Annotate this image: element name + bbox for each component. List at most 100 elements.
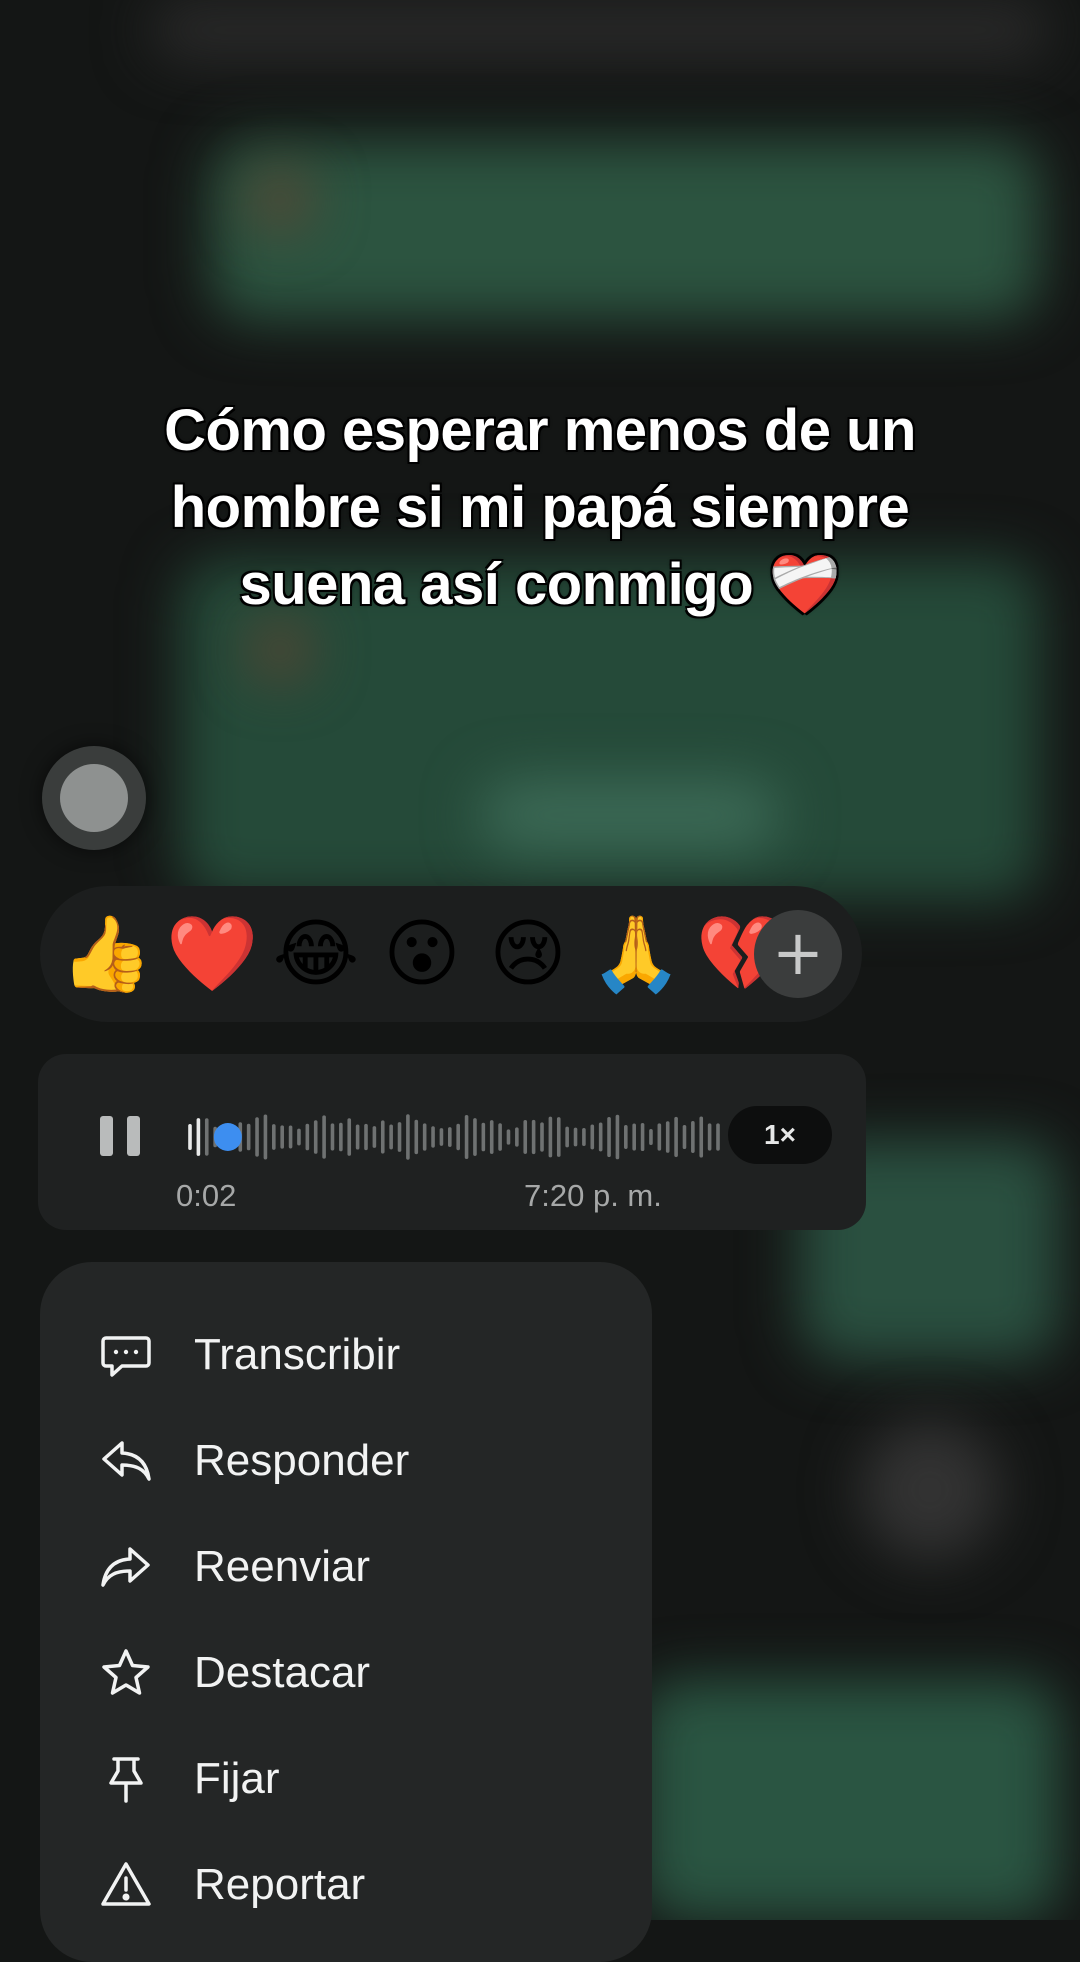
menu-item-fijar[interactable]: Fijar xyxy=(40,1726,652,1832)
waveform-bar xyxy=(590,1124,595,1150)
waveform-bar xyxy=(582,1127,586,1147)
waveform-bar xyxy=(406,1114,410,1160)
waveform-bar xyxy=(397,1122,402,1152)
waveform-bar xyxy=(422,1123,427,1151)
waveform-bar xyxy=(523,1120,528,1154)
forward-icon xyxy=(101,1547,150,1587)
waveform-bar xyxy=(448,1127,452,1147)
waveform-bar xyxy=(204,1118,209,1156)
caption-line-1: Cómo esperar menos de un xyxy=(164,398,916,463)
waveform-bar xyxy=(615,1114,620,1160)
reaction-praying[interactable]: 🙏 xyxy=(590,910,682,998)
waveform-bar xyxy=(624,1125,628,1149)
plus-icon[interactable]: + xyxy=(754,910,842,998)
reaction-laughing[interactable]: 😂 xyxy=(272,910,360,998)
waveform-bar xyxy=(565,1126,569,1148)
waveform-bar xyxy=(707,1123,712,1151)
reaction-heart[interactable]: ❤️ xyxy=(166,910,258,998)
message-timestamp: 7:20 p. m. xyxy=(524,1178,662,1213)
waveform-bar xyxy=(288,1125,293,1149)
waveform-bar xyxy=(246,1123,251,1151)
waveform-bar xyxy=(414,1119,419,1155)
reaction-crying[interactable]: 😢 xyxy=(484,910,572,998)
caption-line-3: suena así conmigo ❤️‍🩹 xyxy=(239,552,841,617)
waveform-bar xyxy=(699,1116,704,1158)
avatar[interactable] xyxy=(42,746,146,850)
waveform-bar xyxy=(691,1121,695,1153)
menu-item-label: Reportar xyxy=(194,1860,366,1909)
waveform-bar xyxy=(473,1118,477,1156)
waveform-bar xyxy=(347,1118,352,1156)
waveform-bar xyxy=(188,1123,192,1151)
waveform-bar xyxy=(355,1124,360,1150)
waveform-bar xyxy=(573,1127,578,1147)
waveform-bar xyxy=(649,1128,653,1146)
menu-item-label: Responder xyxy=(194,1436,410,1485)
waveform-bar xyxy=(339,1122,343,1152)
reaction-surprised[interactable]: 😮 xyxy=(378,910,466,998)
reaction-thumbs-up[interactable]: 👍 xyxy=(60,910,152,998)
waveform-bar xyxy=(489,1120,494,1154)
waveform-bar xyxy=(364,1123,368,1151)
menu-item-label: Destacar xyxy=(194,1648,371,1697)
waveform-bar xyxy=(305,1123,310,1151)
waveform-bar xyxy=(506,1129,511,1145)
context-menu: Transcribir Responder Reenviar Destacar … xyxy=(40,1262,652,1962)
waveform-bar xyxy=(556,1117,561,1157)
waveform-bar xyxy=(372,1126,377,1148)
waveform-bar xyxy=(657,1123,662,1151)
audio-waveform[interactable] xyxy=(184,1108,724,1166)
waveform-bar xyxy=(263,1114,268,1160)
waveform-bar xyxy=(481,1122,486,1152)
menu-item-label: Reenviar xyxy=(194,1542,371,1591)
voice-message: 1× 0:02 7:20 p. m. xyxy=(38,1054,866,1230)
playback-progress-handle xyxy=(213,1123,242,1151)
warning-icon xyxy=(101,1862,151,1906)
waveform-bar xyxy=(548,1116,553,1158)
waveform-bar xyxy=(674,1116,678,1158)
menu-item-reenviar[interactable]: Reenviar xyxy=(40,1514,652,1620)
waveform-bar xyxy=(665,1121,670,1153)
reaction-bar: 👍 ❤️ 😂 😮 😢 🙏 💔 + xyxy=(40,886,862,1022)
waveform-bar xyxy=(272,1124,276,1150)
waveform-bar xyxy=(498,1123,502,1151)
waveform-bar xyxy=(313,1120,318,1154)
waveform-bar xyxy=(297,1128,301,1146)
waveform-bar xyxy=(540,1122,544,1152)
waveform-bar xyxy=(380,1120,385,1154)
waveform-bar xyxy=(456,1123,460,1151)
star-icon xyxy=(102,1649,150,1695)
avatar-image xyxy=(60,764,128,832)
playback-position: 0:02 xyxy=(176,1178,237,1213)
reply-icon xyxy=(102,1441,151,1481)
waveform-bar xyxy=(431,1126,435,1148)
waveform-bar xyxy=(640,1122,645,1152)
waveform-bar xyxy=(531,1119,536,1155)
waveform-bar xyxy=(196,1118,201,1156)
pin-icon xyxy=(109,1757,143,1803)
menu-item-label: Fijar xyxy=(194,1754,280,1803)
playback-speed-button[interactable]: 1× xyxy=(728,1106,832,1164)
waveform-bar xyxy=(439,1128,444,1146)
waveform-bar xyxy=(464,1114,469,1160)
waveform-bar xyxy=(607,1116,611,1158)
waveform-bar xyxy=(255,1117,259,1157)
waveform-bar xyxy=(682,1124,687,1150)
transcribe-icon xyxy=(101,1336,151,1377)
waveform-bar xyxy=(389,1124,393,1150)
waveform-bar xyxy=(280,1125,284,1149)
video-caption: Cómo esperar menos de un hombre si mi pa… xyxy=(90,392,990,623)
waveform-bar xyxy=(322,1115,326,1159)
menu-item-label: Transcribir xyxy=(194,1330,401,1379)
menu-item-responder[interactable]: Responder xyxy=(40,1408,652,1514)
pause-icon[interactable] xyxy=(100,1116,140,1156)
waveform-bar xyxy=(632,1123,636,1151)
menu-item-transcribir[interactable]: Transcribir xyxy=(40,1302,652,1408)
caption-line-2: hombre si mi papá siempre xyxy=(170,475,910,540)
menu-item-reportar[interactable]: Reportar xyxy=(40,1832,652,1938)
menu-item-destacar[interactable]: Destacar xyxy=(40,1620,652,1726)
waveform-bar xyxy=(716,1123,720,1151)
waveform-bar xyxy=(515,1127,519,1147)
waveform-bar xyxy=(598,1122,603,1152)
waveform-bar xyxy=(330,1123,335,1151)
